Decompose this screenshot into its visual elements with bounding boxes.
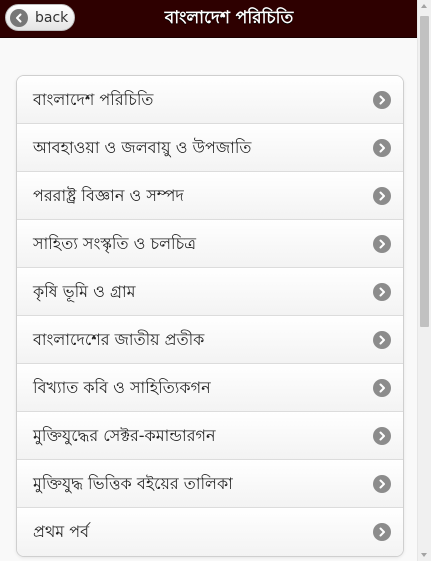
chevron-right-icon [373,379,391,397]
page-title: বাংলাদেশ পরিচিতি [164,8,294,28]
list-item[interactable]: প্রথম পর্ব [17,508,403,556]
chevron-right-icon [373,427,391,445]
chevron-right-icon [373,331,391,349]
chevron-right-icon [373,523,391,541]
arrow-left-icon [10,8,28,27]
chevron-right-icon [373,283,391,301]
list-item[interactable]: কৃষি ভূমি ও গ্রাম [17,268,403,316]
list-item-label: কৃষি ভূমি ও গ্রাম [33,282,136,301]
list-item-label: বাংলাদেশের জাতীয় প্রতীক [33,330,205,349]
list-item-label: মুক্তিযুদ্ধ ভিত্তিক বইয়ের তালিকা [33,474,233,493]
list-item[interactable]: আবহাওয়া ও জলবায়ু ও উপজাতি [17,124,403,172]
list-item-label: বিখ্যাত কবি ও সাহিত্যিকগন [33,378,211,397]
list-item[interactable]: মুক্তিযুদ্ধের সেক্টর-কমান্ডারগন [17,412,403,460]
list-item[interactable]: মুক্তিযুদ্ধ ভিত্তিক বইয়ের তালিকা [17,460,403,508]
chevron-right-icon [373,139,391,157]
list-item[interactable]: বিখ্যাত কবি ও সাহিত্যিকগন [17,364,403,412]
list-item[interactable]: বাংলাদেশ পরিচিতি [17,76,403,124]
chevron-right-icon [373,187,391,205]
scrollbar[interactable] [417,0,431,561]
list-item[interactable]: পররাষ্ট্র বিজ্ঞান ও সম্পদ [17,172,403,220]
list-item-label: মুক্তিযুদ্ধের সেক্টর-কমান্ডারগন [33,426,216,445]
list-item[interactable]: বাংলাদেশের জাতীয় প্রতীক [17,316,403,364]
list-item-label: প্রথম পর্ব [33,522,90,541]
header-bar: back বাংলাদেশ পরিচিতি [0,0,418,38]
list-item-label: পররাষ্ট্র বিজ্ঞান ও সম্পদ [33,186,184,205]
list-item-label: সাহিত্য সংস্কৃতি ও চলচিত্র [33,234,196,253]
scroll-up-arrow-icon[interactable] [421,4,427,8]
topic-list: বাংলাদেশ পরিচিতি আবহাওয়া ও জলবায়ু ও উপ… [16,75,404,557]
chevron-right-icon [373,475,391,493]
scrollbar-thumb[interactable] [420,16,429,327]
list-item-label: আবহাওয়া ও জলবায়ু ও উপজাতি [33,138,252,157]
chevron-right-icon [373,235,391,253]
scroll-down-arrow-icon[interactable] [421,553,427,557]
back-button-label: back [35,9,69,26]
chevron-right-icon [373,91,391,109]
back-button[interactable]: back [5,4,75,31]
list-item[interactable]: সাহিত্য সংস্কৃতি ও চলচিত্র [17,220,403,268]
list-item-label: বাংলাদেশ পরিচিতি [33,90,154,109]
